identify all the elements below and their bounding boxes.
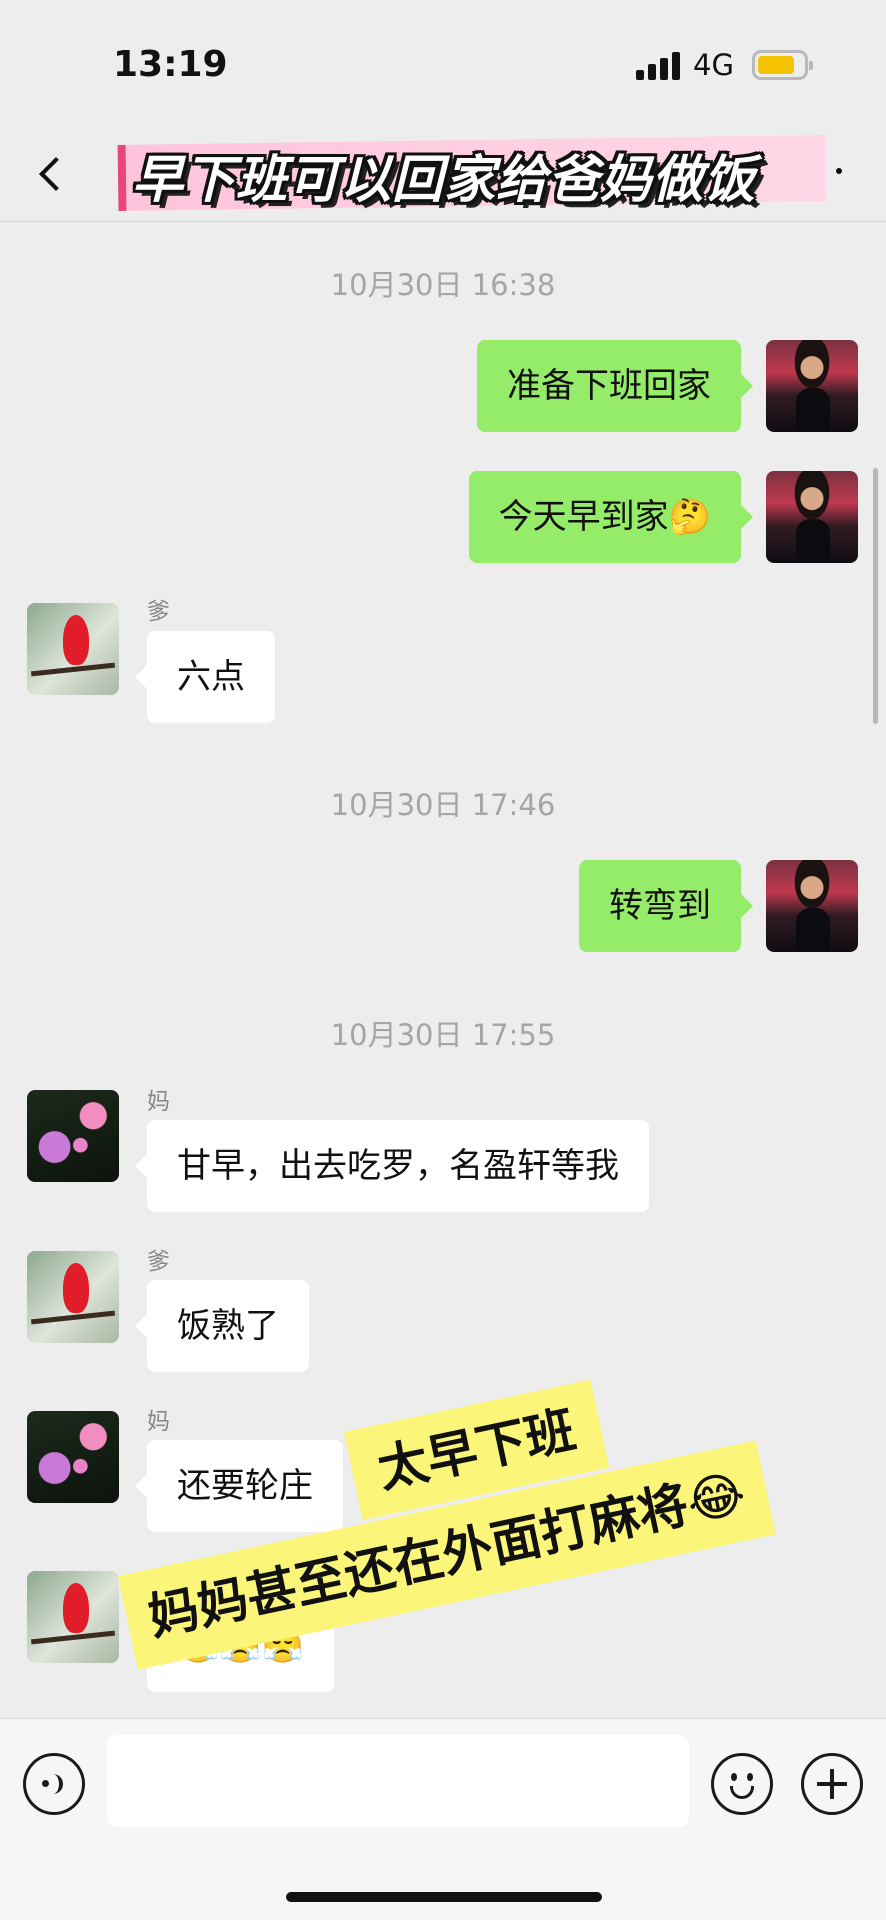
voice-button[interactable] [23,1753,85,1815]
title-dot [836,168,842,174]
timestamp: 10月30日 17:46 [330,788,556,822]
back-icon [39,157,73,191]
signal-icon [636,52,680,80]
dad-avatar[interactable] [27,603,119,695]
sender-name: 妈 [147,1409,170,1435]
mom-avatar[interactable] [27,1411,119,1503]
sender-name: 爹 [147,599,170,625]
my-avatar[interactable] [766,860,858,952]
my-avatar[interactable] [766,340,858,432]
sender-name: 爹 [147,1249,170,1275]
chat-header: 早下班可以回家给爸妈做饭 [0,130,886,222]
message-bubble-incoming[interactable]: 六点 [135,631,275,723]
emoji-icon [731,1773,737,1781]
status-time: 13:19 [113,44,228,85]
message-bubble-outgoing[interactable]: 今天早到家🤔 [468,471,754,563]
dad-avatar[interactable] [27,1251,119,1343]
sender-name: 爹 [147,1569,170,1595]
timestamp: 10月30日 17:55 [330,1018,556,1052]
message-bubble-incoming[interactable]: 饭熟了 [135,1280,309,1372]
chat-title: 早下班可以回家给爸妈做饭 [132,151,757,210]
message-bubble-outgoing[interactable]: 转弯到 [579,860,753,952]
battery-icon [752,50,813,80]
message-bubble-incoming[interactable]: 还要轮庄 [135,1440,343,1532]
my-avatar[interactable] [766,471,858,563]
message-bubble-outgoing[interactable]: 准备下班回家 [477,340,753,432]
mom-avatar[interactable] [27,1090,119,1182]
home-indicator[interactable] [286,1892,602,1902]
network-type: 4G [693,48,734,82]
message-bubble-incoming[interactable]: 甘早，出去吃罗，名盈轩等我 [135,1120,649,1212]
timestamp: 10月30日 16:38 [330,268,556,302]
input-bar [0,1718,886,1920]
status-bar: 13:19 4G [0,0,886,130]
back-button[interactable] [30,150,76,200]
dad-avatar[interactable] [27,1571,119,1663]
message-bubble-incoming[interactable]: 😤😤😤 [134,1600,335,1692]
scroll-indicator[interactable] [873,468,878,724]
emoji-button[interactable] [711,1753,773,1815]
more-button[interactable] [801,1753,863,1815]
message-input[interactable] [107,1735,689,1827]
sender-name: 妈 [147,1089,170,1115]
caption-line-1: 太早下班 [344,1379,610,1521]
